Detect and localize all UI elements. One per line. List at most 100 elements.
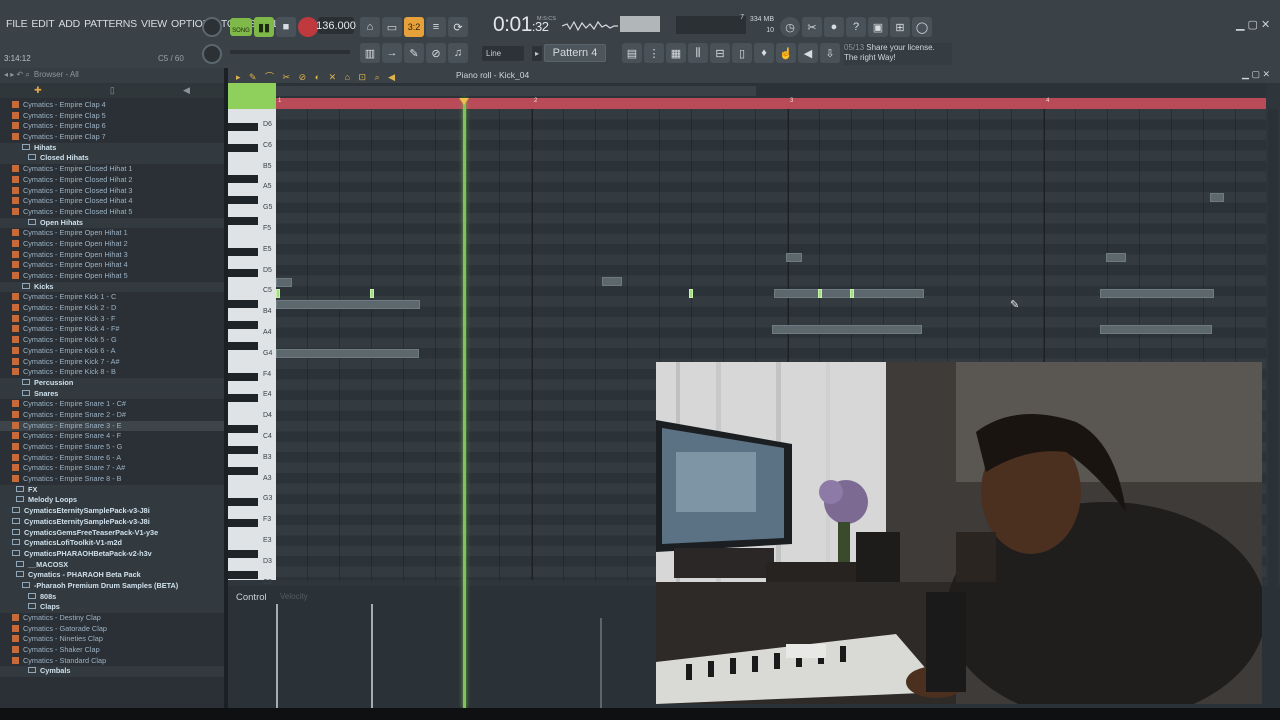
- note[interactable]: [786, 253, 802, 262]
- browser-folder[interactable]: Cymbals: [0, 666, 224, 678]
- browser-folder[interactable]: Kicks: [0, 281, 224, 293]
- browser-folder[interactable]: Claps: [0, 602, 224, 613]
- browser-folder[interactable]: Percussion: [0, 377, 224, 389]
- browser-file[interactable]: Cymatics - Empire Closed Hihat 5: [0, 207, 224, 218]
- black-key[interactable]: [228, 518, 258, 527]
- black-key[interactable]: [228, 373, 258, 381]
- browser-file[interactable]: Cymatics - Empire Closed Hihat 2: [0, 175, 224, 186]
- browser-file[interactable]: Cymatics - Empire Kick 8 - B: [0, 367, 224, 378]
- browser-file[interactable]: Cymatics - Gatorade Clap: [0, 624, 224, 635]
- piano-icon[interactable]: ▥: [360, 43, 380, 63]
- mixer-icon[interactable]: ⫼: [688, 43, 708, 63]
- velocity-bar[interactable]: [600, 618, 602, 708]
- black-key[interactable]: [228, 144, 258, 153]
- browser-folder[interactable]: CymaticsPHARAOHBetaPack-v2-h3v: [0, 548, 224, 560]
- time-scroll-bar[interactable]: [276, 83, 1266, 98]
- browser-file[interactable]: Cymatics - Standard Clap: [0, 656, 224, 667]
- browser-file[interactable]: Cymatics - Empire Clap 4: [0, 100, 224, 111]
- playhead-marker-icon[interactable]: [459, 98, 469, 105]
- plugin-picker-icon[interactable]: ♦: [754, 43, 774, 63]
- browser-file[interactable]: Cymatics - Empire Snare 5 - G: [0, 442, 224, 453]
- browser-folder[interactable]: CymaticsEternitySamplePack-v3-J8i: [0, 506, 224, 517]
- file-icon[interactable]: ▯: [732, 43, 752, 63]
- browser-file[interactable]: Cymatics - Empire Snare 4 - F: [0, 431, 224, 442]
- master-slider[interactable]: [230, 50, 350, 54]
- browser-file[interactable]: Cymatics - Empire Clap 6: [0, 121, 224, 132]
- microphone-icon[interactable]: ●: [824, 17, 844, 37]
- master-pitch-knob[interactable]: [202, 44, 222, 64]
- browser-file[interactable]: Cymatics - Shaker Clap: [0, 645, 224, 656]
- note[interactable]: [774, 289, 924, 298]
- browser-folder[interactable]: Cymatics - PHARAOH Beta Pack: [0, 570, 224, 581]
- black-key[interactable]: [228, 570, 258, 579]
- note[interactable]: [1210, 193, 1224, 202]
- black-key[interactable]: [228, 445, 258, 454]
- browser-file[interactable]: Cymatics - Empire Kick 7 - A#: [0, 357, 224, 368]
- touch-icon[interactable]: ☝: [776, 43, 796, 63]
- black-key[interactable]: [228, 300, 258, 309]
- menu-item-add[interactable]: ADD: [57, 18, 83, 30]
- browser-file[interactable]: Cymatics - Empire Snare 3 - E: [0, 420, 224, 432]
- browser-folder[interactable]: Open Hihats: [0, 217, 224, 229]
- browser-folder[interactable]: Hihats: [0, 142, 224, 154]
- note[interactable]: [276, 300, 420, 309]
- browser-folder[interactable]: CymaticsLofiToolkit-V1-m2d: [0, 538, 224, 549]
- countdown-icon[interactable]: 3:2: [404, 17, 424, 37]
- pencil-icon[interactable]: ✎: [404, 43, 424, 63]
- black-key[interactable]: [228, 425, 258, 433]
- browser-file[interactable]: Cymatics - Empire Kick 2 - D: [0, 303, 224, 314]
- piano-keyboard[interactable]: D6 C6 B5 A5 G5 F5 E5 D5 C5 B4 A4 G4 F4 E4 D4 C4 B3 A3 G3 F3…: [228, 109, 276, 586]
- browser-file[interactable]: Cymatics - Empire Closed Hihat 1: [0, 164, 224, 175]
- download-icon[interactable]: ⇩: [820, 43, 840, 63]
- browser-folder[interactable]: Snares: [0, 388, 224, 400]
- link-icon[interactable]: ⊘: [426, 43, 446, 63]
- browser-file[interactable]: Cymatics - Empire Open Hihat 1: [0, 228, 224, 239]
- browser-nav-icons[interactable]: ◂ ▸ ↶ ⌕: [4, 70, 30, 81]
- browser-folder[interactable]: -Pharaoh Premium Drum Samples (BETA): [0, 580, 224, 592]
- black-key[interactable]: [228, 196, 258, 205]
- pattern-selector[interactable]: Pattern 4: [544, 44, 606, 62]
- browser-file[interactable]: Cymatics - Empire Snare 2 - D#: [0, 410, 224, 421]
- menu-item-patterns[interactable]: PATTERNS: [82, 18, 139, 30]
- browser-file[interactable]: Cymatics - Destiny Clap: [0, 613, 224, 624]
- piano-roll-window-controls[interactable]: ▁ ▢ ✕: [1242, 69, 1270, 80]
- note[interactable]: [772, 325, 922, 334]
- black-key[interactable]: [228, 123, 258, 132]
- note[interactable]: [276, 278, 292, 287]
- playlist-icon[interactable]: ▤: [622, 43, 642, 63]
- clock-icon[interactable]: ◷: [780, 17, 800, 37]
- song-mode-toggle[interactable]: SONG: [230, 18, 252, 36]
- note-selected[interactable]: [818, 289, 822, 298]
- black-key[interactable]: [228, 549, 258, 558]
- browser-file[interactable]: Cymatics - Empire Kick 4 - F#: [0, 324, 224, 335]
- browser-folder[interactable]: CymaticsGemsFreeTeaserPack-V1-y3e: [0, 527, 224, 539]
- speaker-icon[interactable]: ◀: [798, 43, 818, 63]
- black-key[interactable]: [228, 497, 258, 506]
- browser-file[interactable]: Cymatics - Empire Kick 1 - C: [0, 292, 224, 303]
- browser-tool-speaker-icon[interactable]: ◀: [183, 85, 190, 96]
- browser-file[interactable]: Cymatics - Empire Kick 5 - G: [0, 335, 224, 346]
- note[interactable]: [1100, 325, 1212, 334]
- browser-file[interactable]: Cymatics - Empire Closed Hihat 3: [0, 186, 224, 197]
- note[interactable]: [602, 277, 622, 286]
- velocity-bar[interactable]: [371, 604, 373, 708]
- help-icon[interactable]: ?: [846, 17, 866, 37]
- menu-item-file[interactable]: FILE: [4, 18, 29, 30]
- browser-tool-plus-icon[interactable]: ✚: [34, 85, 42, 96]
- browser-icon[interactable]: ⊟: [710, 43, 730, 63]
- browser-file[interactable]: Cymatics - Nineties Clap: [0, 634, 224, 645]
- browser-tool-file-icon[interactable]: ▯: [110, 85, 115, 96]
- menu-item-view[interactable]: VIEW: [139, 18, 169, 30]
- browser-file[interactable]: Cymatics - Empire Clap 7: [0, 132, 224, 143]
- velocity-bar[interactable]: [276, 604, 278, 708]
- note-selected[interactable]: [370, 289, 374, 298]
- arrow-right-icon[interactable]: →: [382, 43, 402, 63]
- black-key[interactable]: [228, 321, 258, 329]
- browser-folder[interactable]: __MACOSX: [0, 559, 224, 571]
- tempo-display[interactable]: 136.000: [316, 17, 356, 34]
- stop-button[interactable]: ■: [276, 17, 296, 37]
- browser-file[interactable]: Cymatics - Empire Clap 5: [0, 111, 224, 122]
- vertical-scrollbar[interactable]: [1268, 109, 1278, 589]
- black-key[interactable]: [228, 466, 258, 475]
- browser-folder[interactable]: 808s: [0, 591, 224, 603]
